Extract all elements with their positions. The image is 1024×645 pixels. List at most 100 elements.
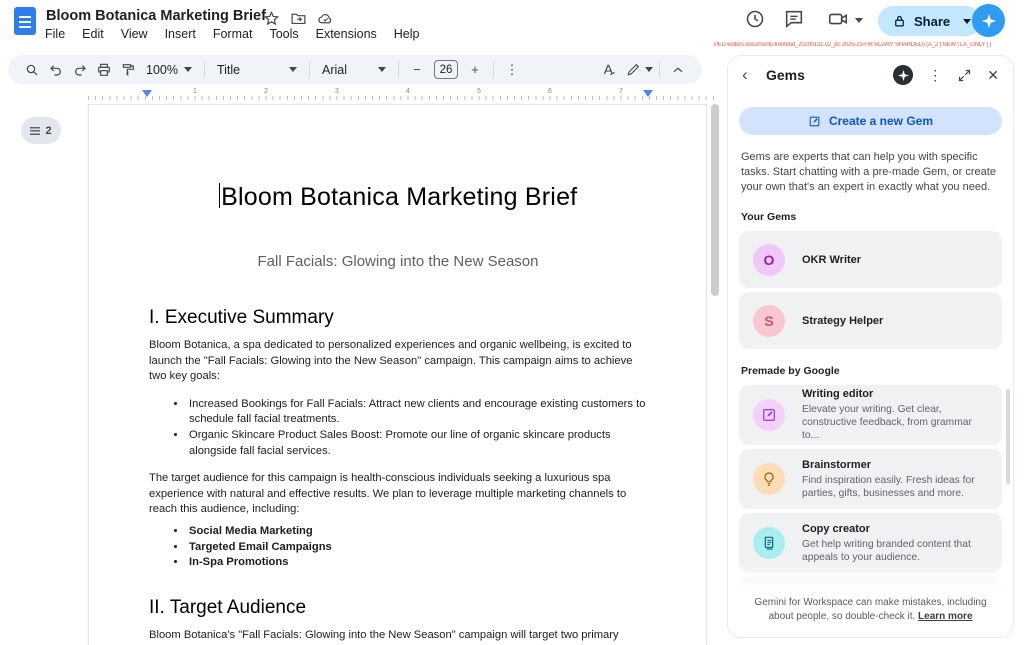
profile-avatar[interactable] [893,65,913,85]
meet-dropdown-caret-icon[interactable] [855,18,863,23]
toolbar-divider [493,61,494,78]
decrease-font-size-button[interactable]: − [405,59,429,81]
gem-name: Strategy Helper [802,315,883,327]
left-indent-marker[interactable] [142,90,152,97]
paragraph-style-select[interactable]: Title [211,59,303,81]
doc-paragraph[interactable]: Bloom Botanica, a spa dedicated to perso… [149,338,647,385]
gem-name: Copy creator [802,523,988,535]
menu-item-format[interactable]: Format [213,27,253,41]
doc-heading-2[interactable]: II. Target Audience [149,597,647,619]
ruler-number: 3 [335,88,339,95]
doc-heading-title[interactable]: Bloom Botanica Marketing Brief [149,183,647,212]
sidebar-scrollbar[interactable] [1006,389,1010,484]
right-indent-marker[interactable] [643,90,653,97]
menu-item-view[interactable]: View [121,27,148,41]
redo-icon[interactable] [68,59,92,81]
text-cursor [219,183,221,208]
ruler-number: 1 [193,88,197,95]
zoom-value: 100% [146,63,178,77]
print-icon[interactable] [92,59,116,81]
google-docs-app: Bloom Botanica Marketing Brief File Edit… [0,0,1024,645]
document-title[interactable]: Bloom Botanica Marketing Brief [46,8,266,24]
doc-paragraph[interactable]: The target audience for this campaign is… [149,471,647,518]
ruler-number: 4 [406,88,410,95]
learn-more-link[interactable]: Learn more [918,611,972,622]
annotate-text-icon[interactable] [597,59,621,81]
gem-card-okr-writer[interactable]: O OKR Writer [739,231,1002,288]
overflow-menu-icon[interactable]: ⋮ [928,67,942,84]
font-select[interactable]: Arial [316,59,392,81]
doc-subtitle[interactable]: Fall Facials: Glowing into the New Seaso… [149,253,647,270]
outline-list-icon [30,127,40,135]
gem-name: OKR Writer [802,254,861,266]
gemini-spark-avatar[interactable] [972,4,1005,37]
doc-paragraph[interactable]: Bloom Botanica's "Fall Facials: Glowing … [149,628,647,644]
gem-card-writing-editor[interactable]: Writing editor Elevate your writing. Get… [739,385,1002,445]
menu-item-edit[interactable]: Edit [82,27,104,41]
move-folder-icon[interactable] [290,10,307,27]
menu-item-file[interactable]: File [45,27,65,41]
expand-icon[interactable] [957,68,972,83]
hide-menus-icon[interactable] [666,59,690,81]
pen-tools-icon[interactable] [621,59,645,81]
undo-icon[interactable] [44,59,68,81]
comment-icon[interactable] [783,8,805,30]
doc-bullet[interactable]: In-Spa Promotions [187,555,647,571]
toolbar-divider [204,61,205,78]
star-icon[interactable] [263,10,280,27]
tabs-count: 2 [45,125,51,137]
sidebar-header: ‹ Gems ⋮ ✕ [728,56,1013,94]
docs-logo-lines [19,16,31,29]
document-page[interactable]: Bloom Botanica Marketing Brief Fall Faci… [88,104,707,645]
menu-bar: File Edit View Insert Format Tools Exten… [45,27,420,41]
share-dropdown-caret-icon[interactable] [963,19,971,24]
pen-caret-icon[interactable] [645,67,653,72]
debug-watermark: PED editors documents-frontend_20200131.… [714,42,1014,48]
doc-heading-1[interactable]: I. Executive Summary [149,307,647,329]
font-size-input[interactable]: 26 [434,60,458,79]
more-options-icon[interactable]: ⋮ [500,59,524,81]
show-tabs-outline-button[interactable]: 2 [21,117,61,144]
create-new-gem-label: Create a new Gem [829,114,933,128]
version-history-icon[interactable] [744,8,766,30]
share-button[interactable]: Share [878,6,981,36]
back-icon[interactable]: ‹ [742,65,758,85]
zoom-select[interactable]: 100% [140,59,198,81]
close-icon[interactable]: ✕ [987,67,999,84]
menu-item-tools[interactable]: Tools [269,27,298,41]
doc-bullet[interactable]: Targeted Email Campaigns [187,540,647,556]
doc-bullet[interactable]: Social Media Marketing [187,524,647,540]
ruler-number: 5 [477,88,481,95]
search-icon[interactable] [20,59,44,81]
page-content: Bloom Botanica Marketing Brief Fall Faci… [89,105,706,643]
gem-initial-avatar: O [753,244,785,276]
document-scrollbar[interactable] [711,104,719,296]
gem-description: Find inspiration easily. Fresh ideas for… [802,474,988,500]
ruler-number: 6 [548,88,552,95]
doc-bullet[interactable]: Increased Bookings for Fall Facials: Att… [187,397,647,428]
cloud-status-icon[interactable] [317,10,334,27]
zoom-caret-icon [184,67,192,72]
ruler-ticks [88,96,720,100]
writing-editor-icon [753,399,785,431]
toolbar-divider [398,61,399,78]
create-new-gem-button[interactable]: Create a new Gem [739,107,1002,135]
docs-logo-icon[interactable] [14,7,36,35]
menu-item-help[interactable]: Help [394,27,420,41]
menu-item-extensions[interactable]: Extensions [316,27,377,41]
font-value: Arial [322,63,347,77]
toolbar-divider [309,61,310,78]
lock-icon [892,14,907,29]
gem-name: Brainstormer [802,459,988,471]
gems-intro-text: Gems are experts that can help you with … [741,150,1000,195]
doc-bullet[interactable]: Organic Skincare Product Sales Boost: Pr… [187,428,647,459]
meet-video-icon[interactable] [827,8,849,30]
toolbar-divider [659,61,660,78]
gem-card-brainstormer[interactable]: Brainstormer Find inspiration easily. Fr… [739,449,1002,509]
paint-format-icon[interactable] [116,59,140,81]
gem-card-strategy-helper[interactable]: S Strategy Helper [739,292,1002,349]
increase-font-size-button[interactable]: + [463,59,487,81]
spark-icon [980,12,998,30]
doc-bullet-list: Social Media Marketing Targeted Email Ca… [149,524,647,571]
menu-item-insert[interactable]: Insert [165,27,196,41]
